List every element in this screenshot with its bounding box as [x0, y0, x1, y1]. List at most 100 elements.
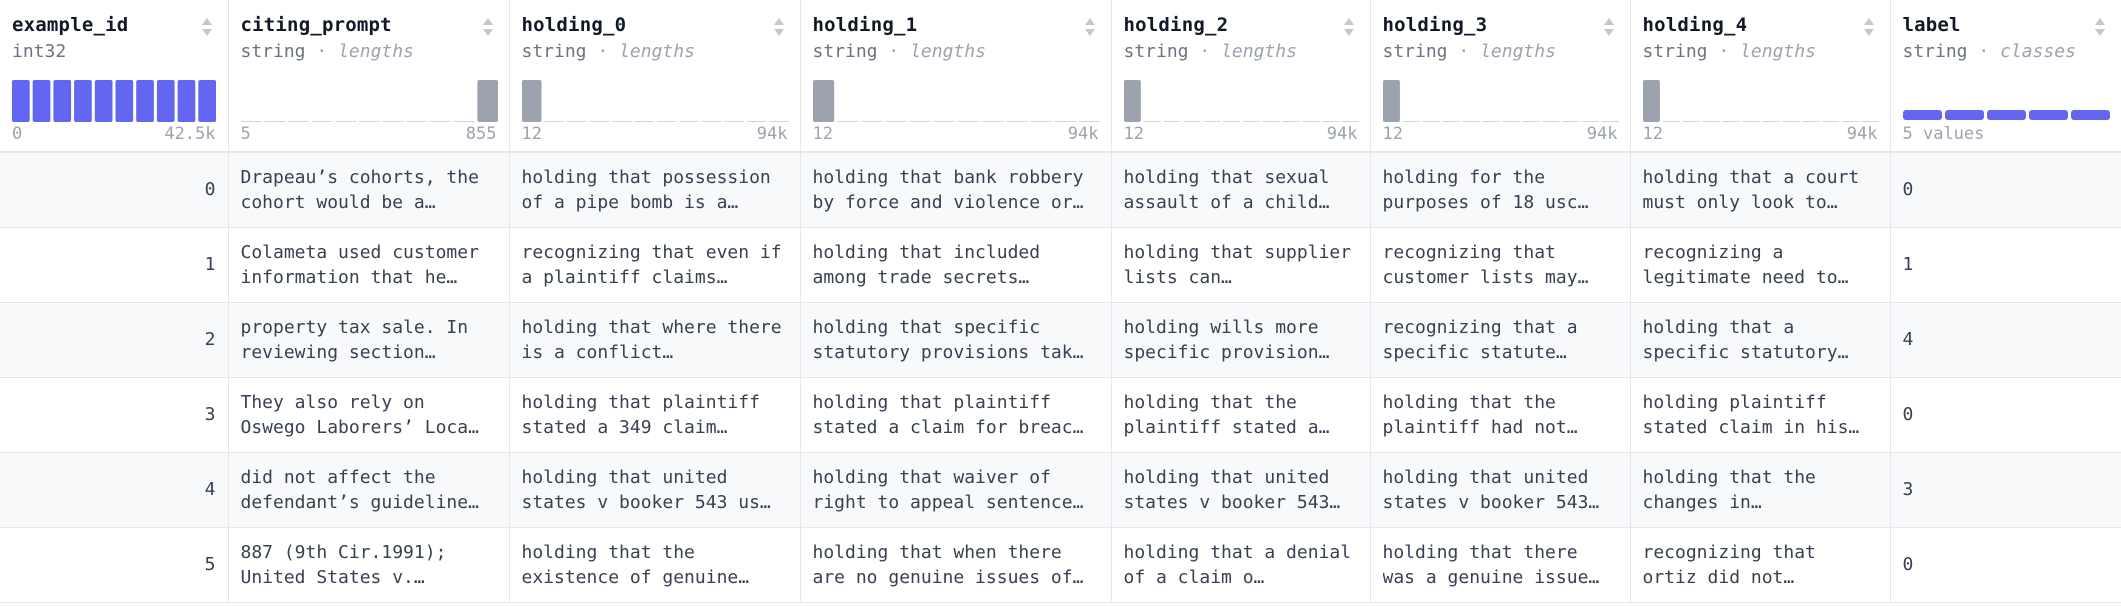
cell-example-id[interactable]: 1	[0, 227, 229, 303]
histogram-bar[interactable]	[1502, 121, 1519, 122]
length-histogram[interactable]	[521, 76, 789, 122]
cell-citing-prompt[interactable]: Drapeau’s cohorts, the cohort would be a…	[228, 152, 510, 228]
histogram-bar[interactable]	[1601, 121, 1619, 122]
histogram-bar[interactable]	[885, 121, 907, 122]
cell-holding-1[interactable]: holding that plaintiff stated a claim fo…	[800, 377, 1112, 453]
class-segment[interactable]	[1986, 110, 2026, 120]
cell-holding-3[interactable]: holding for the purposes of 18 usc…	[1370, 152, 1631, 228]
histogram-bar[interactable]	[287, 121, 309, 122]
histogram-bar[interactable]	[429, 121, 451, 122]
histogram-bar[interactable]	[264, 121, 285, 122]
cell-holding-4[interactable]: holding that a specific statutory…	[1630, 302, 1891, 378]
histogram-bar[interactable]	[1202, 121, 1220, 122]
histogram-bar[interactable]	[1521, 121, 1539, 122]
cell-holding-1[interactable]: holding that included among trade secret…	[800, 227, 1112, 303]
histogram-bar[interactable]	[981, 121, 1003, 122]
table-row[interactable]: 1 Colameta used customer information that…	[0, 227, 2121, 303]
histogram-bar[interactable]	[909, 121, 931, 122]
cell-holding-1[interactable]: holding that bank robbery by force and v…	[800, 152, 1112, 228]
length-histogram[interactable]	[1642, 76, 1879, 122]
histogram-bar[interactable]	[382, 121, 403, 122]
cell-holding-0[interactable]: holding that the existence of genuine…	[509, 527, 801, 603]
sort-arrows-icon[interactable]	[481, 16, 495, 38]
cell-example-id[interactable]: 0	[0, 152, 229, 228]
histogram-bar[interactable]	[1341, 121, 1359, 122]
histogram-bar[interactable]	[240, 121, 262, 122]
histogram-bar[interactable]	[1163, 121, 1180, 122]
cell-example-id[interactable]: 3	[0, 377, 229, 453]
cell-holding-1[interactable]: holding that specific statutory provisio…	[800, 302, 1112, 378]
histogram-bar[interactable]	[1482, 121, 1499, 122]
cell-label[interactable]: 0	[1890, 152, 2121, 228]
histogram-bar[interactable]	[1781, 121, 1799, 122]
class-distribution-bar[interactable]	[1902, 76, 2110, 122]
histogram-bar[interactable]	[1030, 121, 1052, 122]
class-segment[interactable]	[2070, 110, 2110, 120]
class-segment[interactable]	[1944, 110, 1984, 120]
histogram-bar[interactable]	[1462, 121, 1480, 122]
table-row[interactable]: 3 They also rely on Oswego Laborers’ Loca…	[0, 377, 2121, 453]
histogram-bar[interactable]	[156, 80, 175, 122]
histogram-bar[interactable]	[405, 121, 427, 122]
cell-holding-0[interactable]: holding that plaintiff stated a 349 clai…	[509, 377, 801, 453]
column-header-holding-3[interactable]: holding_3 string · lengths 12 94k	[1370, 0, 1631, 153]
histogram-bar[interactable]	[1861, 121, 1879, 122]
histogram-bar[interactable]	[724, 121, 744, 122]
cell-label[interactable]: 0	[1890, 527, 2121, 603]
cell-holding-2[interactable]: holding that the plaintiff stated a…	[1111, 377, 1371, 453]
class-segment[interactable]	[1902, 110, 1942, 120]
table-row[interactable]: 5 887 (9th Cir.1991); United States v.… ho…	[0, 527, 2121, 603]
histogram-bar[interactable]	[1262, 121, 1280, 122]
histogram-bar[interactable]	[198, 80, 216, 122]
histogram-bar[interactable]	[679, 121, 699, 122]
histogram-bar[interactable]	[589, 121, 609, 122]
histogram-bar[interactable]	[544, 121, 564, 122]
cell-holding-3[interactable]: holding that the plaintiff had not…	[1370, 377, 1631, 453]
length-histogram[interactable]	[812, 76, 1100, 122]
histogram-bar[interactable]	[1054, 121, 1076, 122]
sort-arrows-icon[interactable]	[1083, 16, 1097, 38]
length-histogram[interactable]	[240, 76, 498, 122]
histogram-bar[interactable]	[611, 121, 632, 122]
cell-holding-0[interactable]: holding that possession of a pipe bomb i…	[509, 152, 801, 228]
histogram-bar[interactable]	[746, 121, 767, 122]
cell-holding-0[interactable]: holding that united states v booker 543 …	[509, 452, 801, 528]
length-histogram[interactable]	[12, 76, 216, 122]
histogram-bar[interactable]	[1242, 121, 1260, 122]
histogram-bar[interactable]	[836, 121, 858, 122]
column-header-holding-0[interactable]: holding_0 string · lengths 12 94k	[509, 0, 801, 153]
sort-arrows-icon[interactable]	[1342, 16, 1356, 38]
cell-citing-prompt[interactable]: 887 (9th Cir.1991); United States v.…	[228, 527, 510, 603]
histogram-bar[interactable]	[1642, 80, 1660, 122]
cell-holding-4[interactable]: holding that the changes in…	[1630, 452, 1891, 528]
column-header-example-id[interactable]: example_id int32 0 42.5k	[0, 0, 229, 153]
histogram-bar[interactable]	[769, 121, 789, 122]
cell-holding-2[interactable]: holding wills more specific provision…	[1111, 302, 1371, 378]
cell-holding-1[interactable]: holding that when there are no genuine i…	[800, 527, 1112, 603]
histogram-bar[interactable]	[1762, 121, 1779, 122]
length-histogram[interactable]	[1123, 76, 1359, 122]
sort-arrows-icon[interactable]	[1862, 16, 1876, 38]
table-row[interactable]: 4 did not affect the defendant’s guidelin…	[0, 452, 2121, 528]
cell-example-id[interactable]: 4	[0, 452, 229, 528]
histogram-bar[interactable]	[1123, 80, 1141, 122]
cell-example-id[interactable]: 2	[0, 302, 229, 378]
histogram-bar[interactable]	[656, 121, 677, 122]
histogram-bar[interactable]	[1581, 121, 1599, 122]
column-header-holding-2[interactable]: holding_2 string · lengths 12 94k	[1111, 0, 1371, 153]
histogram-bar[interactable]	[1722, 121, 1740, 122]
length-histogram[interactable]	[1382, 76, 1619, 122]
cell-example-id[interactable]: 5	[0, 527, 229, 603]
cell-holding-2[interactable]: holding that sexual assault of a child…	[1111, 152, 1371, 228]
histogram-bar[interactable]	[136, 80, 154, 122]
histogram-bar[interactable]	[1382, 80, 1400, 122]
histogram-bar[interactable]	[1078, 121, 1100, 122]
histogram-bar[interactable]	[860, 121, 882, 122]
histogram-bar[interactable]	[1841, 121, 1859, 122]
histogram-bar[interactable]	[1541, 121, 1559, 122]
sort-arrows-icon[interactable]	[1602, 16, 1616, 38]
histogram-bar[interactable]	[1702, 121, 1720, 122]
cell-holding-4[interactable]: holding plaintiff stated claim in his…	[1630, 377, 1891, 453]
histogram-bar[interactable]	[1442, 121, 1460, 122]
cell-citing-prompt[interactable]: Colameta used customer information that …	[228, 227, 510, 303]
